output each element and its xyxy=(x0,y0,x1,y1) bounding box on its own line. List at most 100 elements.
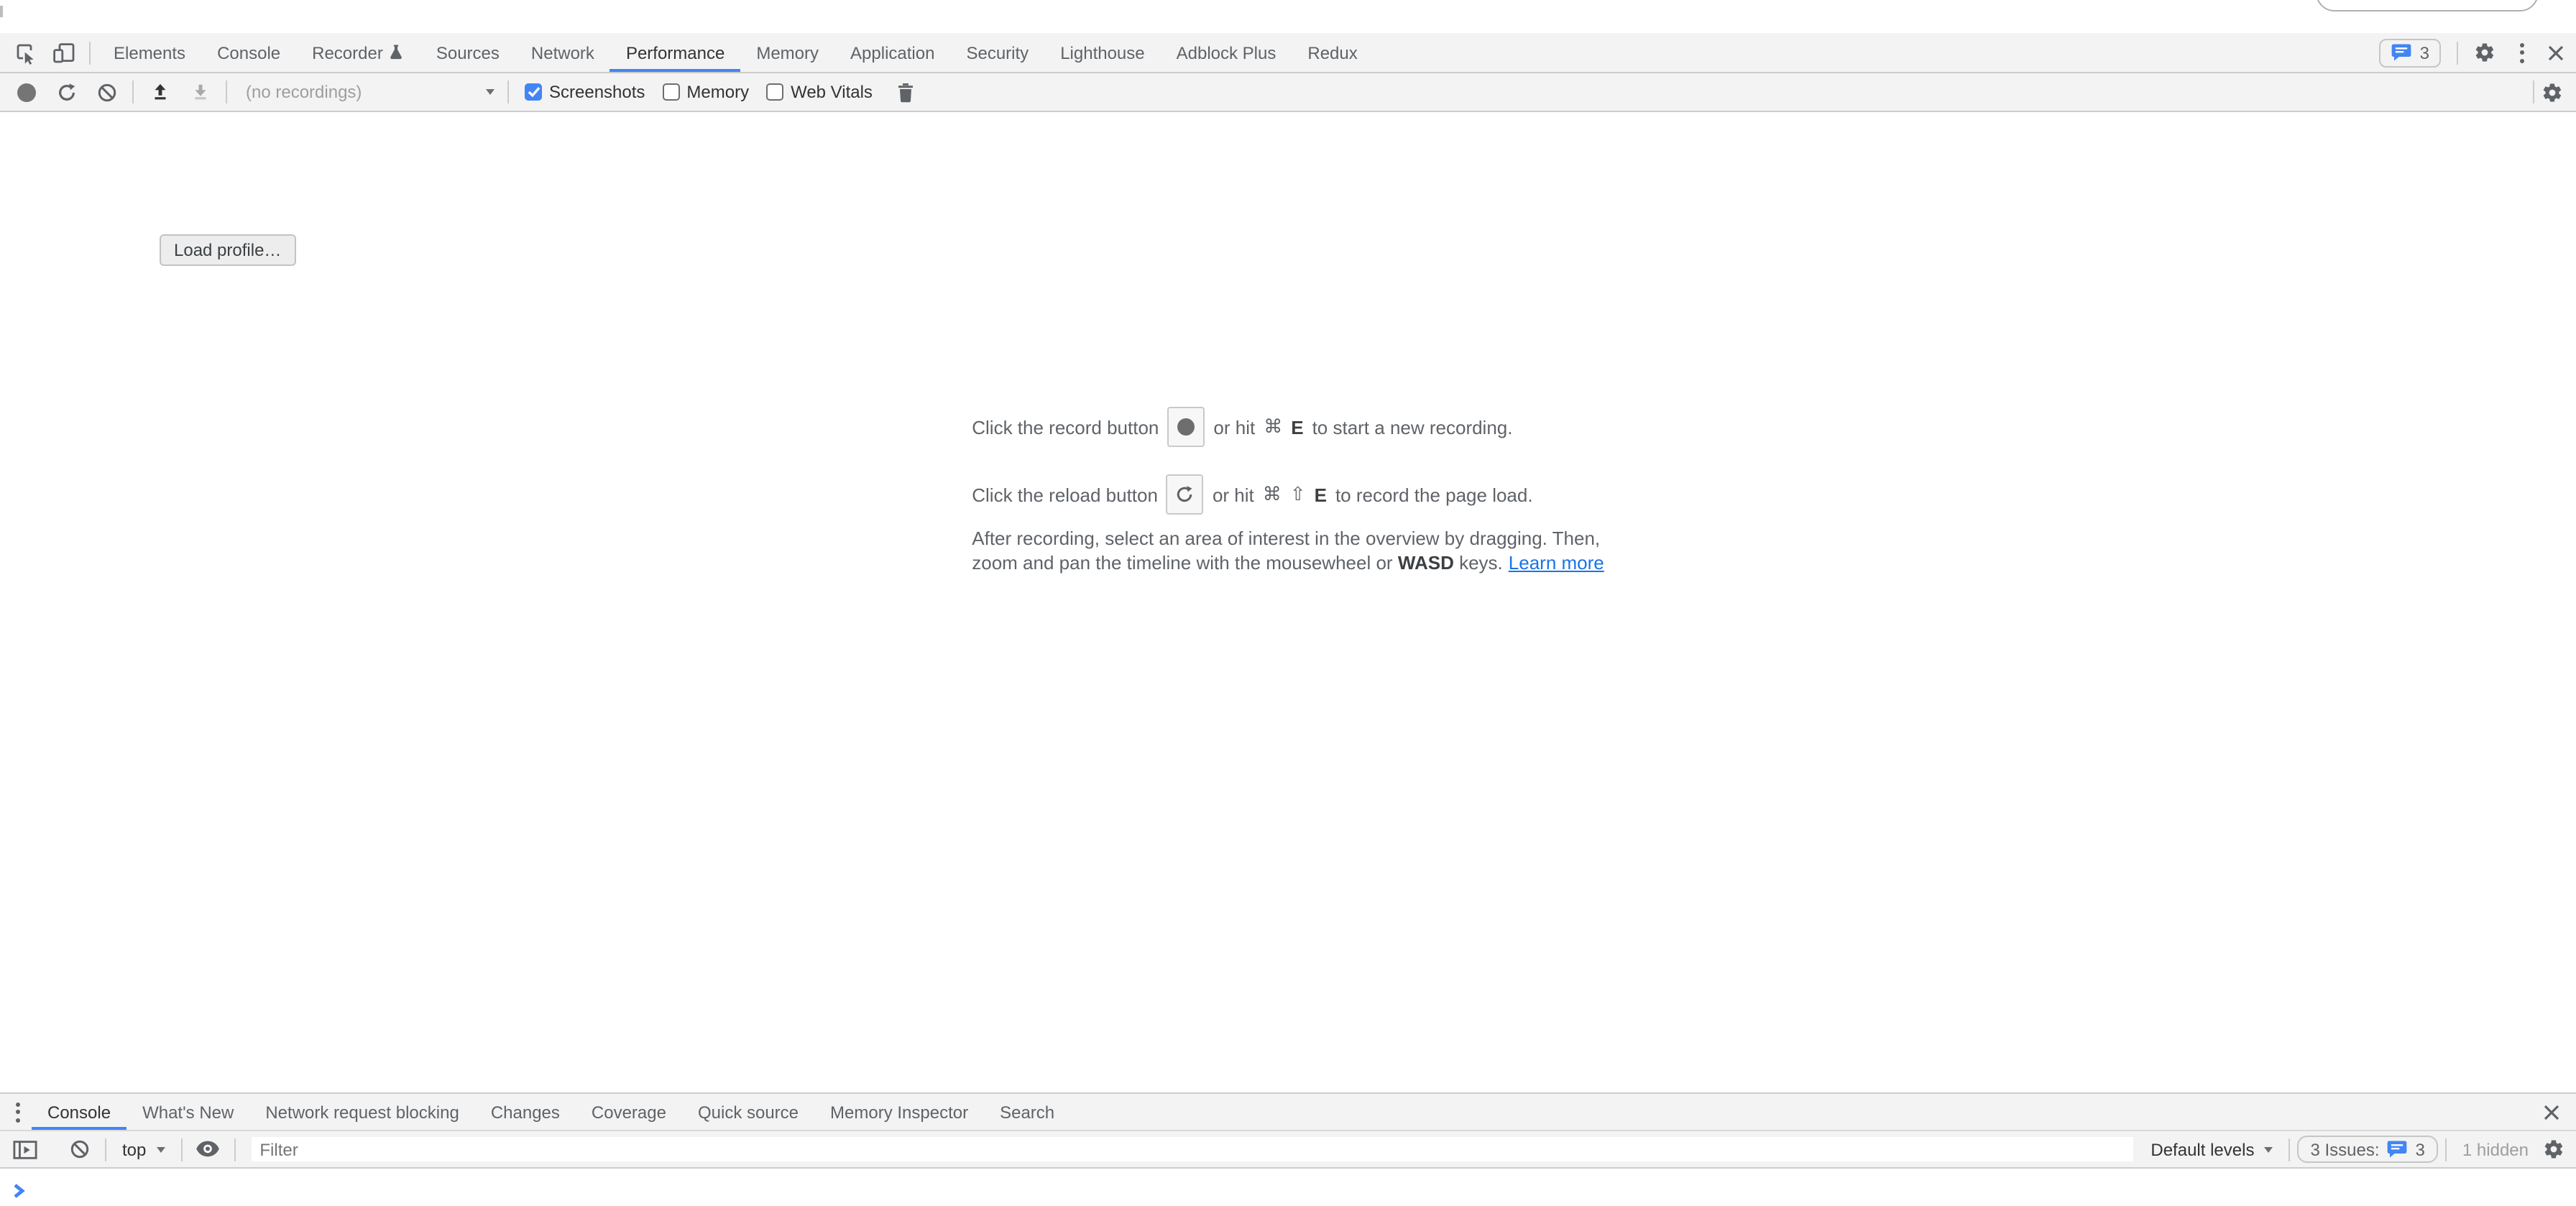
tab-redux[interactable]: Redux xyxy=(1292,33,1373,72)
drawer-tabbar: Console What's New Network request block… xyxy=(0,1092,2576,1131)
divider xyxy=(105,1138,106,1161)
capture-settings-gear-icon[interactable] xyxy=(2542,81,2563,103)
usage-paragraph: After recording, select an area of inter… xyxy=(972,528,1604,575)
close-devtools-icon[interactable] xyxy=(2547,44,2564,61)
tab-label: Coverage xyxy=(592,1102,666,1122)
reload-instruction-line: Click the reload button or hit ⌘ ⇧ E to … xyxy=(972,474,1604,515)
learn-more-link[interactable]: Learn more xyxy=(1509,551,1604,573)
drawer-tab-changes[interactable]: Changes xyxy=(475,1094,576,1130)
tab-console[interactable]: Console xyxy=(201,33,296,72)
drawer-tab-network-request-blocking[interactable]: Network request blocking xyxy=(249,1094,474,1130)
experiment-flask-icon xyxy=(389,43,405,62)
tab-lighthouse[interactable]: Lighthouse xyxy=(1044,33,1160,72)
console-prompt-area[interactable] xyxy=(0,1169,2576,1206)
load-profile-icon[interactable] xyxy=(141,73,178,111)
tab-label: What's New xyxy=(142,1102,234,1122)
web-vitals-checkbox-row[interactable]: Web Vitals xyxy=(766,82,873,102)
issues-count: 3 xyxy=(2420,42,2429,63)
issues-counter-button[interactable]: 3 xyxy=(2380,38,2441,67)
drawer-tab-quick-source[interactable]: Quick source xyxy=(682,1094,814,1130)
tab-application[interactable]: Application xyxy=(834,33,950,72)
tab-security[interactable]: Security xyxy=(950,33,1044,72)
instruction-text: to start a new recording. xyxy=(1312,416,1513,438)
settings-gear-icon[interactable] xyxy=(2474,42,2496,63)
device-toolbar-icon[interactable] xyxy=(45,33,82,72)
drawer-tab-coverage[interactable]: Coverage xyxy=(576,1094,682,1130)
log-levels-dropdown[interactable]: Default levels xyxy=(2150,1139,2273,1159)
tab-network[interactable]: Network xyxy=(515,33,610,72)
reload-and-record-button[interactable] xyxy=(47,73,85,111)
tab-adblock-plus[interactable]: Adblock Plus xyxy=(1161,33,1292,72)
more-options-menu-icon[interactable] xyxy=(2511,42,2531,63)
tab-label: Recorder xyxy=(312,42,383,63)
record-icon xyxy=(1167,407,1205,447)
chevron-down-icon xyxy=(486,89,494,95)
save-profile-icon[interactable] xyxy=(181,73,218,111)
drawer-tab-console[interactable]: Console xyxy=(32,1094,126,1130)
show-console-sidebar-icon[interactable] xyxy=(6,1131,43,1167)
live-expression-eye-icon[interactable] xyxy=(189,1131,226,1167)
key-e: E xyxy=(1315,484,1327,505)
devtools-window: Elements Console Recorder Sources Networ… xyxy=(0,0,2576,1206)
cmd-key-glyph: ⌘ xyxy=(1264,416,1282,438)
divider xyxy=(180,1138,182,1161)
tabbar-right-controls: 3 xyxy=(2380,33,2576,72)
tab-label: Adblock Plus xyxy=(1177,42,1276,63)
memory-checkbox[interactable] xyxy=(662,83,679,101)
web-vitals-checkbox[interactable] xyxy=(766,83,783,101)
performance-empty-state: Click the record button or hit ⌘ E to st… xyxy=(972,407,1604,575)
tab-elements[interactable]: Elements xyxy=(98,33,201,72)
drawer-more-tabs-icon[interactable] xyxy=(3,1094,32,1130)
issues-counter-button[interactable]: 3 Issues: 3 xyxy=(2297,1136,2437,1163)
instruction-text: or hit xyxy=(1213,484,1254,505)
memory-checkbox-row[interactable]: Memory xyxy=(662,82,749,102)
garbage-collect-icon[interactable] xyxy=(887,73,924,111)
checkbox-label: Web Vitals xyxy=(791,82,873,102)
tab-sources[interactable]: Sources xyxy=(420,33,515,72)
divider xyxy=(2445,1138,2447,1161)
tab-label: Application xyxy=(850,42,934,63)
tab-label: Console xyxy=(47,1102,111,1122)
tab-recorder[interactable]: Recorder xyxy=(296,33,420,72)
context-value: top xyxy=(122,1139,146,1159)
record-instruction-line: Click the record button or hit ⌘ E to st… xyxy=(972,407,1604,447)
screenshots-checkbox-row[interactable]: Screenshots xyxy=(525,82,645,102)
inspect-element-icon[interactable] xyxy=(7,33,45,72)
javascript-context-dropdown[interactable]: top xyxy=(122,1139,165,1159)
tab-label: Search xyxy=(1000,1102,1054,1122)
reload-icon xyxy=(1167,474,1204,515)
issues-bubble-icon xyxy=(2391,43,2413,62)
drawer-tab-memory-inspector[interactable]: Memory Inspector xyxy=(814,1094,984,1130)
divider xyxy=(89,41,91,64)
load-profile-tooltip: Load profile… xyxy=(160,234,295,266)
screenshots-checkbox[interactable] xyxy=(525,83,542,101)
checkbox-label: Memory xyxy=(686,82,749,102)
wasd-keys: WASD xyxy=(1398,551,1454,573)
console-settings-gear-icon[interactable] xyxy=(2543,1138,2564,1160)
cmd-key-glyph: ⌘ xyxy=(1263,484,1282,505)
tab-memory[interactable]: Memory xyxy=(740,33,834,72)
drawer-tab-whats-new[interactable]: What's New xyxy=(126,1094,249,1130)
clear-recording-icon[interactable] xyxy=(88,73,125,111)
chevron-down-icon xyxy=(156,1146,165,1152)
record-button[interactable] xyxy=(7,73,45,111)
clear-console-icon[interactable] xyxy=(60,1131,98,1167)
tab-label: Memory xyxy=(756,42,819,63)
instruction-text: to record the page load. xyxy=(1335,484,1533,505)
console-filter-input[interactable] xyxy=(251,1137,2133,1161)
levels-value: Default levels xyxy=(2150,1139,2254,1159)
issues-bubble-icon xyxy=(2387,1140,2409,1159)
performance-panel-content: Load profile… Click the record button or… xyxy=(0,112,2576,1092)
instruction-text: Click the reload button xyxy=(972,484,1158,505)
shift-key-glyph: ⇧ xyxy=(1290,484,1306,505)
divider xyxy=(234,1138,235,1161)
left-edge-artifact xyxy=(0,6,3,17)
instruction-text: Click the record button xyxy=(972,416,1159,438)
tab-performance[interactable]: Performance xyxy=(610,33,740,72)
divider xyxy=(132,80,134,103)
console-prompt-chevron xyxy=(13,1183,26,1199)
recordings-dropdown[interactable]: (no recordings) xyxy=(234,78,500,106)
drawer-tab-search[interactable]: Search xyxy=(984,1094,1070,1130)
close-drawer-icon[interactable] xyxy=(2533,1094,2570,1130)
divider xyxy=(2533,80,2534,103)
